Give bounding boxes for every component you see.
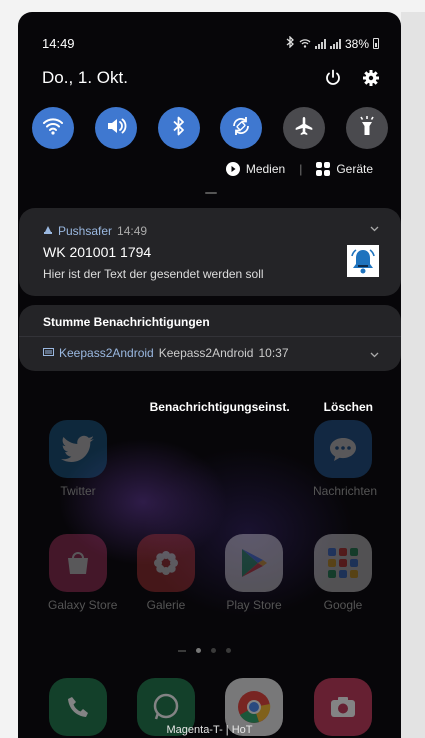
carrier-label: Magenta-T- | HoT bbox=[166, 724, 253, 736]
notification-time: 14:49 bbox=[117, 224, 148, 238]
media-devices-row: Medien | Geräte bbox=[225, 162, 373, 176]
battery-icon bbox=[373, 38, 379, 49]
keepass-app-icon bbox=[43, 346, 54, 360]
divider bbox=[19, 336, 401, 337]
sound-icon bbox=[105, 117, 127, 140]
status-icons: 38% bbox=[286, 35, 379, 51]
auto-rotate-toggle[interactable] bbox=[220, 107, 263, 149]
power-icon[interactable] bbox=[323, 68, 343, 88]
play-icon[interactable] bbox=[225, 162, 240, 176]
app-label: Galaxy Store bbox=[48, 598, 118, 612]
app-google-folder: Google bbox=[313, 534, 373, 612]
signal-icon-2 bbox=[329, 38, 341, 49]
wifi-icon bbox=[42, 117, 64, 140]
gallery-flower-icon bbox=[137, 534, 195, 592]
notification-card[interactable]: Pushsafer 14:49 WK 201001 1794 Hier ist … bbox=[19, 208, 401, 296]
auto-rotate-icon bbox=[230, 115, 252, 142]
separator: | bbox=[299, 162, 303, 176]
silent-notifications-card[interactable]: Stumme Benachrichtigungen Keepass2Androi… bbox=[19, 305, 401, 371]
settings-gear-icon[interactable] bbox=[361, 68, 381, 88]
top-actions bbox=[323, 68, 381, 88]
devices-icon[interactable] bbox=[316, 162, 331, 176]
notification-header: Pushsafer 14:49 bbox=[43, 224, 147, 238]
media-button[interactable]: Medien bbox=[246, 162, 285, 176]
app-label: Twitter bbox=[60, 484, 96, 498]
google-folder-icon bbox=[314, 534, 372, 592]
chevron-down-icon[interactable] bbox=[370, 224, 379, 235]
home-page-indicator bbox=[178, 649, 186, 652]
app-label: Nachrichten bbox=[313, 484, 378, 498]
app-label: Google bbox=[323, 598, 363, 612]
app-play-store: Play Store bbox=[224, 534, 284, 612]
silent-app-name: Keepass2Android bbox=[59, 346, 154, 360]
app-twitter: Twitter bbox=[48, 420, 108, 498]
airplane-toggle[interactable] bbox=[283, 107, 326, 149]
bluetooth-toggle[interactable] bbox=[157, 107, 200, 149]
status-time: 14:49 bbox=[42, 36, 75, 51]
notification-app-name: Pushsafer bbox=[58, 224, 113, 238]
app-label: Play Store bbox=[226, 598, 282, 612]
clear-all-button[interactable]: Löschen bbox=[324, 400, 373, 414]
page-dot-active bbox=[196, 648, 201, 653]
signal-icon bbox=[314, 38, 326, 49]
app-galaxy-store: Galaxy Store bbox=[48, 534, 118, 612]
silent-title: Keepass2Android bbox=[158, 346, 254, 360]
wifi-status-icon bbox=[299, 37, 311, 51]
twitter-icon bbox=[49, 420, 107, 478]
date-label: Do., 1. Okt. bbox=[42, 68, 128, 87]
wifi-toggle[interactable] bbox=[32, 107, 74, 149]
play-store-icon bbox=[225, 534, 283, 592]
battery-percent: 38% bbox=[344, 36, 369, 51]
pushsafer-bell-icon bbox=[347, 245, 379, 277]
airplane-icon bbox=[293, 115, 315, 142]
flashlight-toggle[interactable] bbox=[345, 107, 388, 149]
flashlight-icon bbox=[357, 115, 377, 142]
notification-title: WK 201001 1794 bbox=[43, 244, 152, 260]
app-label: Galerie bbox=[146, 598, 186, 612]
notification-text: Hier ist der Text der gesendet werden so… bbox=[43, 267, 264, 281]
silent-time: 10:37 bbox=[258, 346, 289, 360]
silent-notification-row[interactable]: Keepass2Android Keepass2Android 10:37 bbox=[43, 346, 289, 360]
messages-icon bbox=[314, 420, 372, 478]
devices-button[interactable]: Geräte bbox=[336, 162, 373, 176]
page-dot bbox=[226, 648, 231, 653]
quick-settings bbox=[32, 107, 388, 149]
notification-shade: 14:49 38% Do., 1. Okt. Medien | Geräte P… bbox=[18, 12, 401, 738]
background-edge bbox=[401, 12, 425, 738]
status-bar: 14:49 38% bbox=[42, 35, 379, 52]
chevron-down-icon[interactable] bbox=[370, 350, 379, 361]
bluetooth-status-icon bbox=[286, 35, 295, 51]
silent-header: Stumme Benachrichtigungen bbox=[43, 315, 210, 329]
sound-toggle[interactable] bbox=[94, 107, 137, 149]
galaxy-store-icon bbox=[49, 534, 107, 592]
notification-settings-button[interactable]: Benachrichtigungseinst. bbox=[150, 400, 290, 414]
app-messages: Nachrichten bbox=[313, 420, 378, 498]
pushsafer-app-icon bbox=[43, 224, 53, 238]
notification-actions: Benachrichtigungseinst. Löschen bbox=[150, 400, 373, 414]
bluetooth-icon bbox=[172, 116, 186, 141]
page-dot bbox=[211, 648, 216, 653]
page-indicator bbox=[178, 648, 231, 653]
drag-handle[interactable] bbox=[205, 192, 217, 194]
app-gallery: Galerie bbox=[136, 534, 196, 612]
